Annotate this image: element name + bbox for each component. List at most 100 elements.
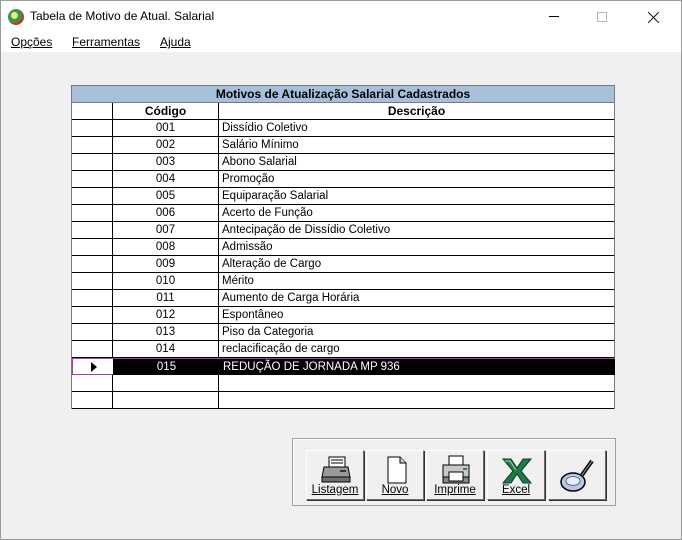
cell-descricao[interactable]: Mérito [219, 273, 614, 289]
menu-opcoes-label: Opções [11, 35, 53, 49]
title-bar[interactable]: Tabela de Motivo de Atual. Salarial [1, 1, 681, 32]
cell-codigo[interactable]: 007 [113, 222, 219, 238]
cell-descricao[interactable] [219, 392, 614, 408]
imprime-text: Imprime [434, 484, 476, 496]
table-row[interactable]: 004 Promoção [72, 171, 614, 188]
row-selector[interactable] [72, 205, 113, 221]
row-selector[interactable] [72, 375, 113, 391]
table-row[interactable]: 012 Espontâneo [72, 307, 614, 324]
listagem-label: Listagem [307, 484, 363, 496]
row-selector[interactable] [72, 324, 113, 340]
cell-codigo[interactable]: 014 [113, 341, 219, 357]
cell-codigo[interactable] [113, 375, 219, 391]
table-row[interactable]: 005 Equiparação Salarial [72, 188, 614, 205]
row-selector[interactable] [72, 341, 113, 357]
excel-text: Excel [501, 484, 531, 496]
row-selector[interactable] [73, 359, 114, 375]
table-row[interactable]: 002 Salário Mínimo [72, 137, 614, 154]
cell-descricao[interactable]: Promoção [219, 171, 614, 187]
cell-codigo[interactable]: 002 [113, 137, 219, 153]
menu-opcoes[interactable]: Opções [11, 35, 52, 49]
cell-descricao[interactable]: REDUÇÃO DE JORNADA MP 936 [220, 359, 615, 375]
row-selector[interactable] [72, 222, 113, 238]
magnifier-icon [560, 459, 594, 492]
search-button[interactable] [548, 450, 606, 500]
cell-codigo[interactable]: 008 [113, 239, 219, 255]
listagem-text: Listagem [311, 484, 359, 496]
row-selector[interactable] [72, 171, 113, 187]
cell-codigo[interactable]: 003 [113, 154, 219, 170]
cell-codigo[interactable]: 012 [113, 307, 219, 323]
table-row[interactable]: 009 Alteração de Cargo [72, 256, 614, 273]
cell-descricao[interactable]: Aumento de Carga Horária [219, 290, 614, 306]
row-selector[interactable] [72, 392, 113, 408]
cell-descricao[interactable]: Admissão [219, 239, 614, 255]
cell-codigo[interactable]: 004 [113, 171, 219, 187]
maximize-icon [597, 11, 607, 22]
table-row[interactable]: 006 Acerto de Função [72, 205, 614, 222]
row-selector[interactable] [72, 256, 113, 272]
excel-label: Excel [488, 484, 544, 496]
action-toolbar: Listagem Novo Imprime Excel [292, 438, 616, 506]
novo-label: Novo [367, 484, 423, 496]
cell-codigo[interactable]: 009 [113, 256, 219, 272]
table-row[interactable]: 008 Admissão [72, 239, 614, 256]
excel-button[interactable]: Excel [487, 450, 545, 500]
new-document-icon [387, 456, 407, 484]
current-row-arrow-icon [91, 362, 97, 372]
table-row[interactable]: 007 Antecipação de Dissídio Coletivo [72, 222, 614, 239]
cell-descricao[interactable]: Acerto de Função [219, 205, 614, 221]
cell-codigo[interactable]: 011 [113, 290, 219, 306]
row-selector[interactable] [72, 273, 113, 289]
table-row[interactable]: 013 Piso da Categoria [72, 324, 614, 341]
motivos-grid[interactable]: Motivos de Atualização Salarial Cadastra… [71, 85, 615, 409]
table-row[interactable]: 001 Dissídio Coletivo [72, 120, 614, 137]
grid-caption: Motivos de Atualização Salarial Cadastra… [72, 86, 614, 103]
window-title: Tabela de Motivo de Atual. Salarial [30, 9, 215, 23]
table-row[interactable] [72, 392, 614, 409]
imprime-label: Imprime [427, 484, 483, 496]
maximize-button[interactable] [579, 1, 625, 32]
minimize-button[interactable] [531, 1, 577, 32]
novo-button[interactable]: Novo [366, 450, 424, 500]
cell-codigo[interactable]: 005 [113, 188, 219, 204]
close-button[interactable] [631, 1, 677, 32]
table-row[interactable]: 003 Abono Salarial [72, 154, 614, 171]
row-selector[interactable] [72, 154, 113, 170]
cell-descricao[interactable]: Piso da Categoria [219, 324, 614, 340]
close-icon [648, 11, 660, 23]
cell-descricao[interactable] [219, 375, 614, 391]
table-row[interactable]: 014 reclacificação de cargo [72, 341, 614, 358]
table-row[interactable]: 015 REDUÇÃO DE JORNADA MP 936 [72, 358, 615, 375]
cell-descricao[interactable]: Equiparação Salarial [219, 188, 614, 204]
cell-descricao[interactable]: Espontâneo [219, 307, 614, 323]
cell-codigo[interactable]: 015 [114, 359, 220, 375]
cell-codigo[interactable] [113, 392, 219, 408]
cell-codigo[interactable]: 001 [113, 120, 219, 136]
row-selector[interactable] [72, 188, 113, 204]
cell-codigo[interactable]: 010 [113, 273, 219, 289]
row-selector[interactable] [72, 137, 113, 153]
cell-descricao[interactable]: Abono Salarial [219, 154, 614, 170]
cell-descricao[interactable]: Antecipação de Dissídio Coletivo [219, 222, 614, 238]
printer-icon [442, 455, 470, 484]
column-header-descricao[interactable]: Descrição [219, 103, 614, 120]
menu-ajuda[interactable]: Ajuda [160, 35, 191, 49]
row-selector[interactable] [72, 290, 113, 306]
column-header-codigo[interactable]: Código [113, 103, 219, 120]
cell-codigo[interactable]: 006 [113, 205, 219, 221]
row-selector[interactable] [72, 120, 113, 136]
cell-descricao[interactable]: Alteração de Cargo [219, 256, 614, 272]
imprime-button[interactable]: Imprime [426, 450, 484, 500]
cell-codigo[interactable]: 013 [113, 324, 219, 340]
cell-descricao[interactable]: reclacificação de cargo [219, 341, 614, 357]
cell-descricao[interactable]: Salário Mínimo [219, 137, 614, 153]
cell-descricao[interactable]: Dissídio Coletivo [219, 120, 614, 136]
row-selector[interactable] [72, 239, 113, 255]
table-row[interactable]: 010 Mérito [72, 273, 614, 290]
table-row[interactable]: 011 Aumento de Carga Horária [72, 290, 614, 307]
row-selector[interactable] [72, 307, 113, 323]
menu-ferramentas[interactable]: Ferramentas [72, 35, 140, 49]
listagem-button[interactable]: Listagem [306, 450, 364, 500]
table-row[interactable] [72, 375, 614, 392]
